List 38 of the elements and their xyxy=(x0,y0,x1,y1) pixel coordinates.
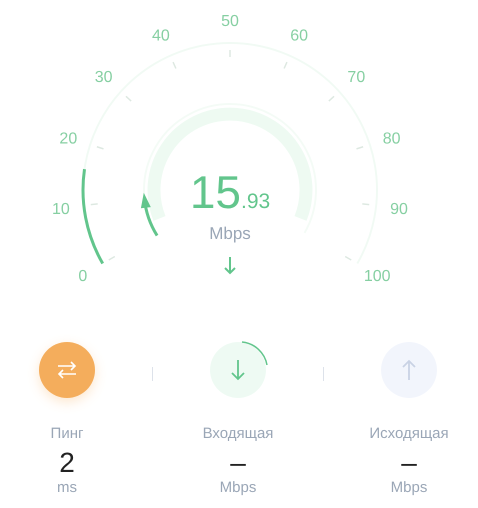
down-arrow-icon xyxy=(229,358,247,382)
stat-value: 2 xyxy=(59,448,75,479)
gauge-tick xyxy=(172,62,177,69)
swap-icon xyxy=(56,359,78,381)
scale-label: 80 xyxy=(382,130,401,148)
scale-label: 10 xyxy=(52,200,70,218)
gauge-tick xyxy=(328,96,335,102)
gauge-tick xyxy=(96,146,104,150)
gauge-tick xyxy=(108,256,116,261)
stat-unit: Mbps xyxy=(220,478,256,496)
scale-label: 30 xyxy=(94,69,113,86)
scale-label: 40 xyxy=(152,28,170,45)
scale-label: 0 xyxy=(78,268,88,285)
stat-label: Исходящая xyxy=(369,425,449,442)
scale-label: 60 xyxy=(290,28,308,45)
gauge-tick xyxy=(229,50,231,57)
stat-unit: Mbps xyxy=(390,478,428,496)
scale-label: 50 xyxy=(221,13,239,30)
scale-label: 20 xyxy=(59,130,78,148)
scale-label: 100 xyxy=(364,268,391,285)
stat-value: – xyxy=(230,448,246,479)
stat-value: – xyxy=(401,448,417,479)
stat-unit: ms xyxy=(57,478,77,496)
scale-label: 90 xyxy=(390,200,408,218)
speed-unit: Mbps xyxy=(209,224,251,243)
gauge-tick xyxy=(356,146,364,150)
gauge-tick xyxy=(283,62,288,69)
gauge-tick xyxy=(344,256,352,261)
gauge-tick xyxy=(90,203,98,206)
arrow-icon xyxy=(224,256,236,274)
gauge-tick xyxy=(362,203,370,206)
speed-value: 15.93 xyxy=(190,166,270,218)
up-arrow-icon xyxy=(400,358,418,382)
stat-label: Входящая xyxy=(202,425,274,442)
gauge-tick xyxy=(125,96,132,102)
scale-label: 70 xyxy=(347,69,366,86)
needle-arc xyxy=(140,192,158,236)
stat-label: Пинг xyxy=(50,425,84,442)
